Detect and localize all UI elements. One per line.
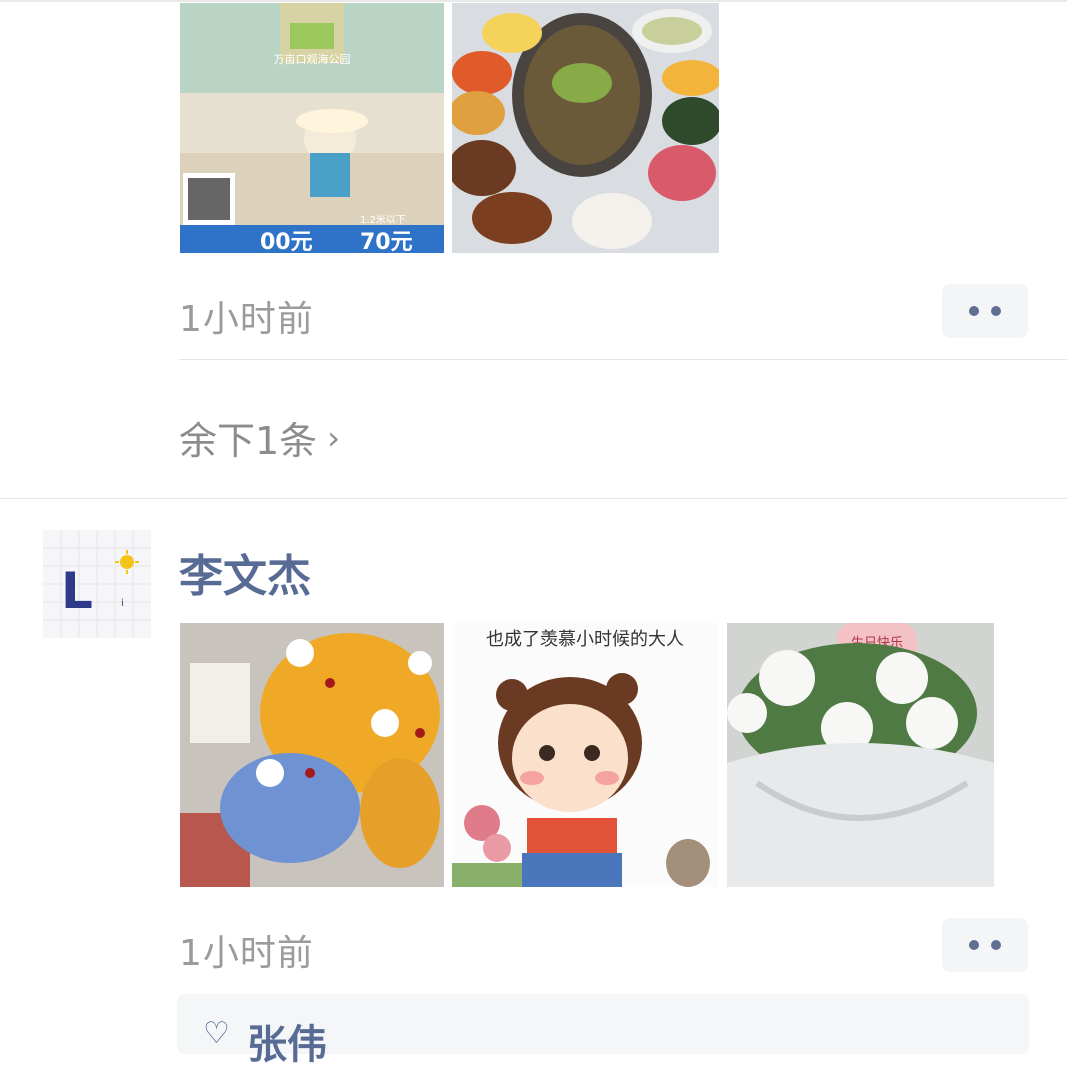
post2-image-2[interactable]: 也成了羡慕小时候的大人: [452, 623, 718, 887]
post1-image-1[interactable]: 万亩口观海公园 1.2米以下 00元 70元: [180, 3, 444, 253]
chevron-right-icon: ›: [327, 418, 340, 457]
post2-image-3[interactable]: 生日快乐: [727, 623, 994, 887]
ad-price-right: 70元: [360, 230, 413, 253]
white-roses-image: 生日快乐: [727, 623, 994, 887]
food-platter-image: [452, 3, 719, 253]
heart-icon: ♡: [203, 1016, 230, 1051]
post1-image-2[interactable]: [452, 3, 719, 253]
post1-divider: [179, 359, 1067, 360]
post1-timestamp: 1小时前: [179, 299, 314, 340]
more-dots-icon: [991, 940, 1001, 950]
flower-bouquet-image: [180, 623, 444, 887]
more-dots-icon: [991, 306, 1001, 316]
cartoon-girl-image: 也成了羡慕小时候的大人: [452, 623, 718, 887]
remaining-label: 余下1条: [179, 419, 318, 463]
top-divider: [0, 0, 1067, 2]
post2-image-1[interactable]: [180, 623, 444, 887]
post1-more-button[interactable]: [942, 284, 1028, 338]
ad-price-left: 00元: [260, 230, 313, 253]
avatar-small-letter: i: [121, 598, 124, 609]
section-divider: [0, 498, 1067, 499]
post2-timestamp: 1小时前: [179, 933, 314, 974]
likes-panel: ♡ 张伟: [177, 994, 1029, 1068]
beach-park-ad-image: 万亩口观海公园 1.2米以下 00元 70元: [180, 3, 444, 253]
remaining-posts-link[interactable]: 余下1条 ›: [179, 410, 340, 465]
avatar-letter: L: [61, 562, 93, 620]
more-dots-icon: [969, 940, 979, 950]
avatar[interactable]: L i: [43, 530, 151, 638]
ad-caption: 万亩口观海公园: [274, 52, 351, 66]
cartoon-caption: 也成了羡慕小时候的大人: [486, 629, 684, 650]
liker-name[interactable]: 张伟: [247, 1012, 327, 1070]
ad-height-note: 1.2米以下: [360, 213, 406, 226]
more-dots-icon: [969, 306, 979, 316]
post2-username[interactable]: 李文杰: [179, 540, 311, 604]
avatar-letter-l-icon: L i: [43, 530, 151, 638]
post2-more-button[interactable]: [942, 918, 1028, 972]
